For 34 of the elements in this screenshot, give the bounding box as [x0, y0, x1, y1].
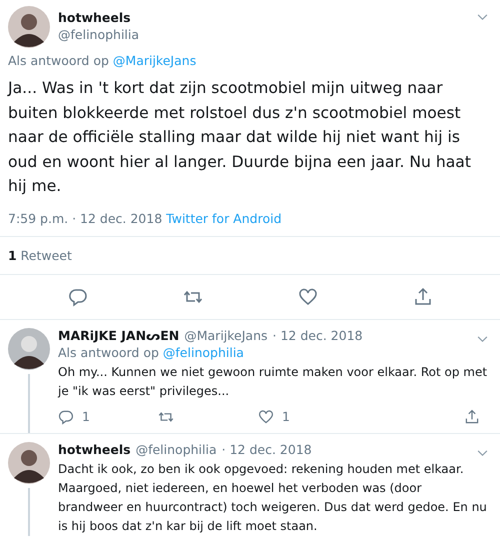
chevron-down-icon[interactable] [477, 336, 488, 342]
heart-icon[interactable] [298, 286, 318, 306]
avatar-icon[interactable] [8, 6, 50, 48]
mention-link[interactable]: @felinophilia [162, 344, 244, 360]
thread-line [28, 374, 30, 432]
tweet-time[interactable]: 7:59 p.m. · 12 dec. 2018 [8, 210, 162, 226]
mention-link[interactable]: @MarijkeJans [112, 53, 196, 68]
source-link[interactable]: Twitter for Android [166, 210, 282, 226]
reply-text: Oh my... Kunnen we niet gewoon ruimte maken voor elkaar. Rot op met je "ik was eerst" privileges... [58, 364, 488, 400]
user-name[interactable]: MARiJKE JANᔕEN [58, 328, 180, 342]
user-handle[interactable]: @MarijkeJans [184, 328, 268, 342]
user-name[interactable]: hotwheels [58, 10, 469, 25]
tweet-date[interactable]: · 12 dec. 2018 [272, 328, 363, 342]
chevron-down-icon[interactable] [477, 450, 488, 456]
user-handle[interactable]: @felinophilia [58, 27, 469, 42]
retweet-count[interactable]: 1 Retweet [8, 248, 72, 262]
thread-line [28, 488, 30, 536]
reply-label: Als antwoord op [8, 53, 109, 68]
like-count: 1 [282, 409, 290, 424]
heart-icon[interactable] [258, 408, 274, 424]
user-name[interactable]: hotwheels [58, 442, 131, 456]
reply-count: 1 [82, 409, 90, 424]
chevron-down-icon[interactable] [477, 14, 488, 21]
share-icon[interactable] [412, 286, 432, 306]
avatar-icon[interactable] [8, 328, 50, 370]
tweet-text: Ja... Was in 't kort dat zijn scootmobiel mijn uitweg naar buiten blokkeerde met rolstoel dus z'n scootmobiel moest naar de officiële stalling maar dat wilde hij niet want hij is oud en woont hier al langer. Duurde bijna een jaar. Nu haat hij me. [8, 78, 472, 197]
reply-label: Als antwoord op [58, 344, 159, 360]
avatar-icon[interactable] [8, 442, 50, 484]
reply-icon[interactable] [68, 286, 88, 306]
reply-text: Dacht ik ook, zo ben ik ook opgevoed: rekening houden met elkaar. Maargoed, niet iedereen, en hoewel het verboden was (door brandweer en huurcontract) toch weigeren. Dus dat werd gedoe. En nu is hij boos dat z'n kar bij de lift moet staan. [58, 460, 488, 534]
reply-icon[interactable] [58, 408, 74, 424]
user-handle[interactable]: @felinophilia [136, 442, 217, 456]
tweet-date[interactable]: · 12 dec. 2018 [222, 442, 312, 456]
share-icon[interactable] [464, 408, 480, 424]
